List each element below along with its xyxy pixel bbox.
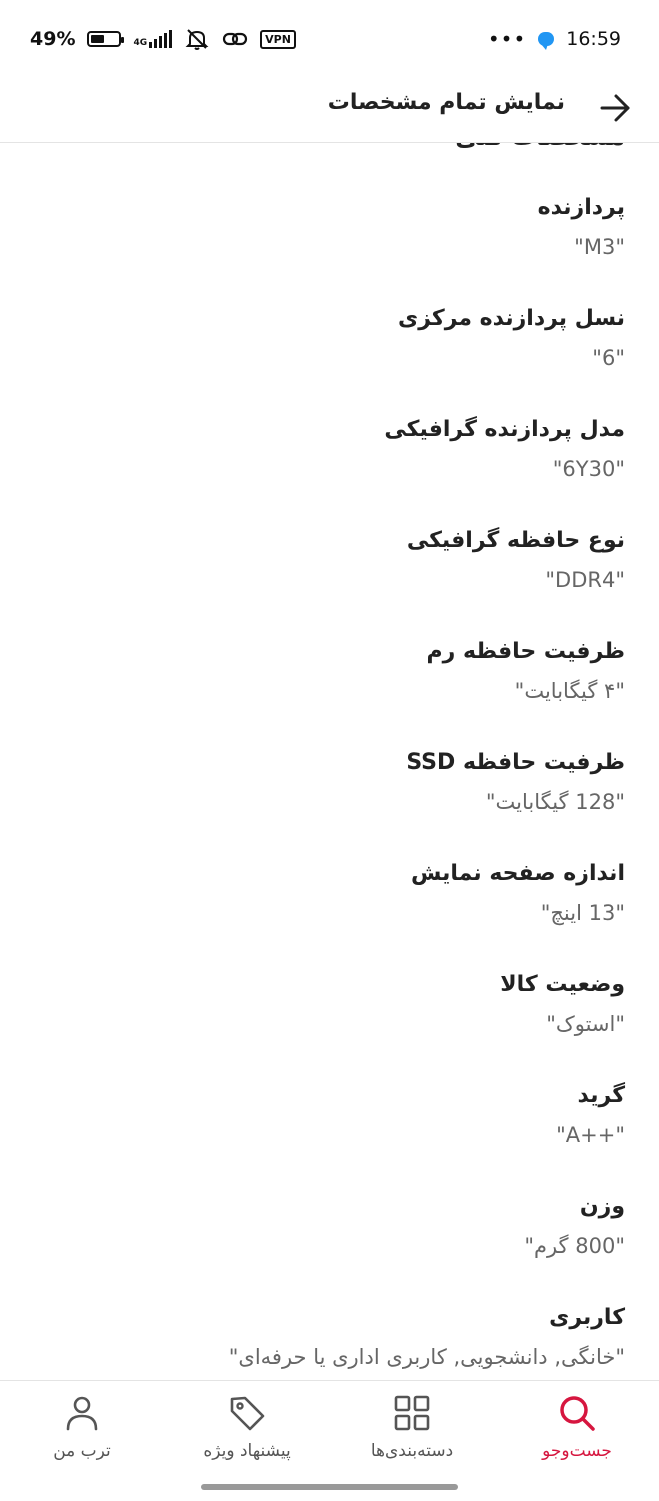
spec-item: نوع حافظه گرافیکی "DDR4" xyxy=(25,526,625,637)
bottom-navigation: جست‌وجو دسته‌بندی‌ها پیشنهاد ویژه ترب من xyxy=(0,1380,659,1501)
status-bar: 49% 4G VPN ••• 16:59 xyxy=(0,0,659,78)
battery-icon xyxy=(87,31,125,47)
spec-value: "خانگی, دانشجویی, کاربری اداری یا حرفه‌ا… xyxy=(228,1345,625,1369)
spec-value: "800 گرم" xyxy=(524,1234,625,1258)
battery-fill xyxy=(91,35,105,43)
nav-label-categories: دسته‌بندی‌ها xyxy=(370,1441,454,1461)
network-type-label: 4G xyxy=(133,38,148,48)
spec-label: نسل پردازنده مرکزی xyxy=(398,306,625,331)
spec-label: ظرفیت حافظه SSD xyxy=(406,750,625,775)
more-notifications-icon: ••• xyxy=(487,27,527,51)
spec-value: "M3" xyxy=(574,235,625,259)
spec-value: "۴ گیگابایت" xyxy=(514,679,625,703)
spec-item: نسل پردازنده مرکزی "6" xyxy=(25,304,625,415)
spec-item: وزن "800 گرم" xyxy=(25,1192,625,1303)
specs-content[interactable]: مشخصات کلی پردازنده "M3" نسل پردازنده مرکز… xyxy=(0,143,659,1380)
spec-label: اندازه صفحه نمایش xyxy=(411,861,625,886)
page-title: نمایش تمام مشخصات xyxy=(327,90,565,115)
section-title: مشخصات کلی xyxy=(455,143,625,151)
tag-icon xyxy=(230,1396,265,1431)
spec-label: مدل پردازنده گرافیکی xyxy=(384,417,625,442)
spec-value: "++A" xyxy=(556,1123,625,1147)
vpn-icon: VPN xyxy=(260,29,296,49)
user-icon xyxy=(66,1396,98,1431)
home-indicator[interactable] xyxy=(201,1484,458,1490)
nav-label-search: جست‌وجو xyxy=(542,1441,612,1461)
chat-notification-icon xyxy=(538,32,555,50)
nav-item-special-offers[interactable]: پیشنهاد ویژه xyxy=(165,1381,329,1481)
status-bar-right: ••• 16:59 xyxy=(488,26,621,52)
nav-item-profile[interactable]: ترب من xyxy=(0,1381,164,1481)
spec-value: "DDR4" xyxy=(545,568,625,592)
spec-item: کاربری "خانگی, دانشجویی, کاربری اداری یا … xyxy=(25,1303,625,1380)
spec-label: وزن xyxy=(579,1194,625,1219)
spec-label: وضعیت کالا xyxy=(500,972,625,997)
spec-item: ظرفیت حافظه رم "۴ گیگابایت" xyxy=(25,637,625,748)
spec-item: گرید "++A" xyxy=(25,1081,625,1192)
spec-list: پردازنده "M3" نسل پردازنده مرکزی "6" مدل پرد… xyxy=(25,193,625,1380)
spec-item: اندازه صفحه نمایش "13 اینچ" xyxy=(25,859,625,970)
signal-icon: 4G xyxy=(133,30,173,48)
spec-label: پردازنده xyxy=(537,195,625,220)
link-icon xyxy=(223,32,248,46)
spec-value: "13 اینچ" xyxy=(540,901,625,925)
spec-value: "6Y30" xyxy=(552,457,625,481)
spec-item: ظرفیت حافظه SSD "128 گیگابایت" xyxy=(25,748,625,859)
nav-label-profile: ترب من xyxy=(53,1441,111,1461)
battery-percentage: 49% xyxy=(30,28,76,50)
spec-item: پردازنده "M3" xyxy=(25,193,625,304)
arrow-right-icon xyxy=(600,94,630,122)
spec-item: مدل پردازنده گرافیکی "6Y30" xyxy=(25,415,625,526)
nav-label-special-offers: پیشنهاد ویژه xyxy=(203,1441,291,1461)
spec-label: ظرفیت حافظه رم xyxy=(426,639,625,664)
spec-value: "6" xyxy=(592,346,625,370)
nav-item-search[interactable]: جست‌وجو xyxy=(495,1381,659,1481)
status-bar-left: 49% 4G VPN xyxy=(30,26,296,52)
spec-label: کاربری xyxy=(549,1305,625,1330)
spec-value: "128 گیگابایت" xyxy=(485,790,625,814)
back-button[interactable] xyxy=(595,88,635,128)
spec-value: "استوک" xyxy=(546,1012,625,1036)
notifications-muted-icon xyxy=(185,29,209,50)
spec-label: نوع حافظه گرافیکی xyxy=(406,528,625,553)
spec-item: وضعیت کالا "استوک" xyxy=(25,970,625,1081)
clock: 16:59 xyxy=(566,28,621,50)
search-icon xyxy=(560,1396,595,1431)
app-header: نمایش تمام مشخصات xyxy=(0,78,659,143)
nav-item-categories[interactable]: دسته‌بندی‌ها xyxy=(330,1381,494,1481)
grid-icon xyxy=(394,1395,430,1431)
spec-label: گرید xyxy=(577,1083,625,1108)
